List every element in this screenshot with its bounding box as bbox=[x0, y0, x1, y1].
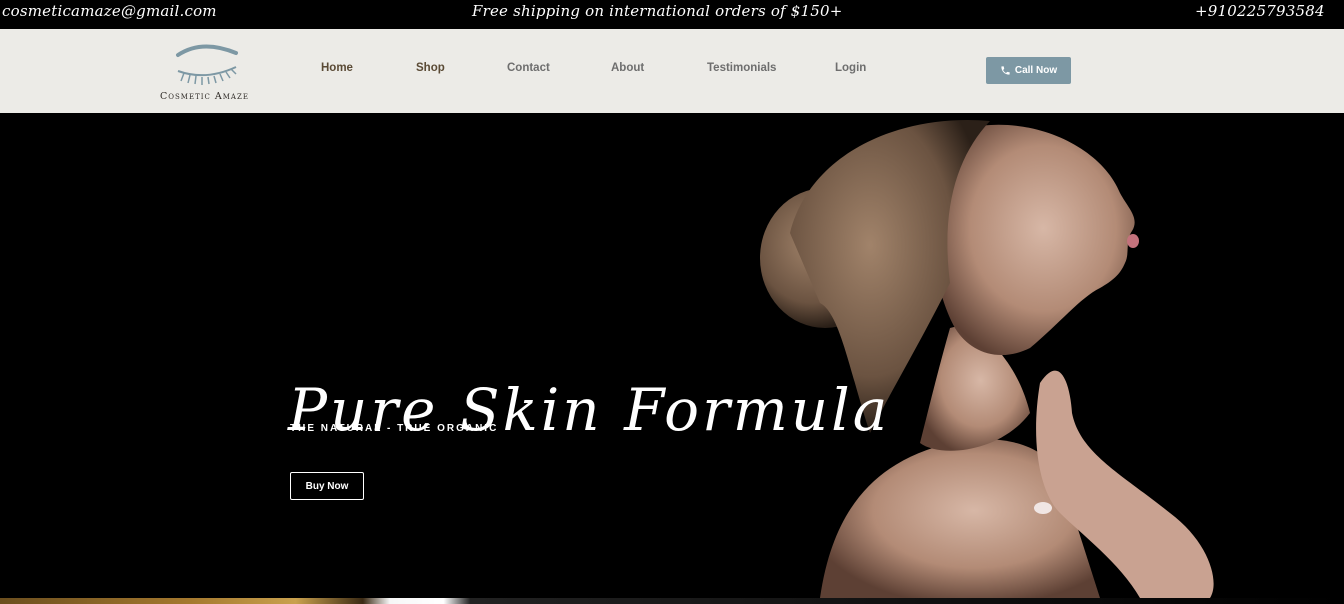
nav-contact[interactable]: Contact bbox=[507, 62, 550, 74]
eyelash-logo-icon bbox=[176, 44, 238, 85]
model-portrait-image bbox=[760, 119, 1214, 598]
nav-testimonials[interactable]: Testimonials bbox=[707, 62, 776, 74]
shipping-notice: Free shipping on international orders of… bbox=[472, 2, 843, 20]
hero-banner: Pure Skin Formula THE NATURAL - TRUE ORG… bbox=[0, 113, 1344, 598]
announcement-bar: cosmeticamaze@gmail.com Free shipping on… bbox=[0, 0, 1344, 29]
nav-shop[interactable]: Shop bbox=[416, 62, 445, 74]
logo-text: Cosmetic Amaze bbox=[160, 91, 249, 102]
buy-now-button[interactable]: Buy Now bbox=[290, 472, 364, 500]
nav-home[interactable]: Home bbox=[321, 62, 353, 74]
phone-icon bbox=[1001, 66, 1010, 75]
hero-subtitle: THE NATURAL - TRUE ORGANIC bbox=[290, 423, 499, 434]
contact-email[interactable]: cosmeticamaze@gmail.com bbox=[2, 2, 217, 20]
call-now-button[interactable]: Call Now bbox=[986, 57, 1071, 84]
site-logo[interactable]: Cosmetic Amaze bbox=[156, 37, 260, 107]
contact-phone[interactable]: +910225793584 bbox=[1195, 2, 1325, 20]
next-section-preview bbox=[0, 598, 1344, 604]
site-header: Cosmetic Amaze Home Shop Contact About T… bbox=[0, 29, 1344, 113]
nav-about[interactable]: About bbox=[611, 62, 644, 74]
nav-login[interactable]: Login bbox=[835, 62, 866, 74]
call-now-label: Call Now bbox=[1014, 65, 1058, 76]
